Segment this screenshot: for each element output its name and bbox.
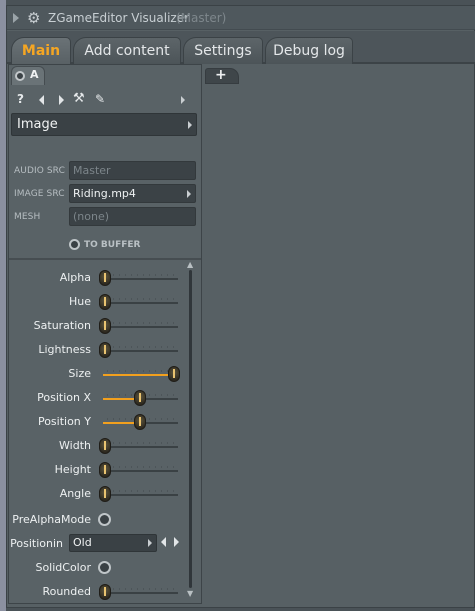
width-slider-knob[interactable] bbox=[99, 438, 111, 454]
next-icon[interactable] bbox=[59, 95, 64, 105]
scroll-down-icon[interactable]: ▼ bbox=[187, 589, 193, 598]
height-slider-track[interactable] bbox=[103, 470, 178, 472]
height-slider-ticks bbox=[107, 466, 177, 468]
layer-tab-a[interactable]: A bbox=[11, 66, 45, 85]
to-buffer-radio[interactable] bbox=[69, 239, 80, 250]
saturation-slider-track[interactable] bbox=[103, 326, 178, 328]
to-buffer-label: TO BUFFER bbox=[84, 240, 141, 250]
position-in-arrow-icon bbox=[148, 539, 152, 547]
width-slider-track[interactable] bbox=[103, 446, 178, 448]
alpha-slider-knob[interactable] bbox=[99, 270, 111, 286]
randomize-icon[interactable]: ⚒ bbox=[73, 92, 85, 106]
image-src-field[interactable]: Riding.mp4 bbox=[69, 184, 196, 203]
size-label: Size bbox=[68, 367, 91, 380]
angle-slider-ticks bbox=[107, 490, 177, 492]
rounded-slider-knob[interactable] bbox=[99, 584, 111, 600]
image-src-arrow-icon bbox=[187, 190, 191, 198]
visualizer-window: ⚙ ZGameEditor Visualizer (Master) Main A… bbox=[6, 5, 475, 608]
angle-label: Angle bbox=[59, 487, 91, 500]
paste-icon[interactable]: ✎ bbox=[95, 92, 105, 106]
pre-alpha-mode-radio[interactable] bbox=[98, 513, 111, 526]
effect-type-dropdown[interactable]: Image bbox=[11, 113, 197, 136]
width-label: Width bbox=[59, 439, 91, 452]
audio-src-field[interactable]: Master bbox=[69, 161, 196, 180]
tab-main[interactable]: Main bbox=[11, 37, 71, 64]
lightness-slider-knob[interactable] bbox=[99, 342, 111, 358]
solid-color-label: SolidColor bbox=[35, 561, 91, 574]
saturation-slider-ticks bbox=[107, 322, 177, 324]
saturation-label: Saturation bbox=[33, 319, 91, 332]
hue-slider-track[interactable] bbox=[103, 302, 178, 304]
lightness-slider-track[interactable] bbox=[103, 350, 178, 352]
position-in-value: Old bbox=[73, 536, 92, 549]
window-title: ZGameEditor Visualizer bbox=[48, 11, 190, 25]
previous-icon[interactable] bbox=[39, 95, 44, 105]
scroll-up-icon[interactable]: ▲ bbox=[187, 260, 193, 269]
height-slider-knob[interactable] bbox=[99, 462, 111, 478]
position-y-slider-fill bbox=[103, 422, 138, 424]
more-menu-icon[interactable] bbox=[181, 96, 185, 104]
position-in-next-icon[interactable] bbox=[174, 537, 179, 547]
window-subtitle: (Master) bbox=[176, 11, 227, 25]
plus-label: + bbox=[215, 67, 227, 83]
layer-tab-label: A bbox=[30, 68, 39, 81]
hue-slider-ticks bbox=[107, 298, 177, 300]
position-x-slider-fill bbox=[103, 398, 138, 400]
hue-slider-knob[interactable] bbox=[99, 294, 111, 310]
solid-color-radio[interactable] bbox=[98, 561, 111, 574]
image-src-value: Riding.mp4 bbox=[73, 187, 136, 200]
width-slider-ticks bbox=[107, 442, 177, 444]
alpha-label: Alpha bbox=[59, 271, 91, 284]
dropdown-arrow-icon bbox=[188, 121, 192, 129]
lightness-label: Lightness bbox=[38, 343, 91, 356]
height-label: Height bbox=[54, 463, 91, 476]
tab-settings[interactable]: Settings bbox=[183, 37, 263, 64]
size-slider-knob[interactable] bbox=[168, 366, 180, 382]
saturation-slider-knob[interactable] bbox=[99, 318, 111, 334]
mesh-field[interactable]: (none) bbox=[69, 207, 196, 226]
effect-panel: A ? ⚒ ✎ Image AUDIO SRC Master IMAGE SRC… bbox=[8, 64, 202, 604]
add-layer-tab[interactable]: + bbox=[205, 67, 239, 84]
layer-enable-radio[interactable] bbox=[15, 71, 25, 81]
position-y-slider-knob[interactable] bbox=[133, 414, 146, 430]
position-x-label: Position X bbox=[37, 391, 91, 404]
image-src-label: IMAGE SRC bbox=[14, 189, 65, 199]
mesh-label: MESH bbox=[14, 212, 41, 222]
position-y-label: Position Y bbox=[37, 415, 91, 428]
tab-add-content[interactable]: Add content bbox=[73, 37, 181, 64]
size-slider-fill bbox=[103, 374, 172, 376]
alpha-slider-ticks bbox=[107, 274, 177, 276]
position-in-label: Positionin bbox=[10, 537, 63, 550]
size-slider-ticks bbox=[107, 370, 177, 372]
position-in-prev-icon[interactable] bbox=[161, 537, 166, 547]
rounded-label: Rounded bbox=[42, 585, 91, 598]
pre-alpha-mode-label: PreAlphaMode bbox=[12, 513, 91, 526]
position-in-dropdown[interactable]: Old bbox=[69, 534, 157, 552]
help-icon[interactable]: ? bbox=[17, 92, 24, 106]
angle-slider-track[interactable] bbox=[103, 494, 178, 496]
title-bar[interactable]: ⚙ ZGameEditor Visualizer (Master) bbox=[7, 6, 475, 30]
hue-label: Hue bbox=[68, 295, 91, 308]
lightness-slider-ticks bbox=[107, 346, 177, 348]
scrollbar[interactable] bbox=[189, 270, 192, 588]
effect-type-value: Image bbox=[17, 117, 58, 132]
tab-debug-log[interactable]: Debug log bbox=[265, 37, 353, 64]
rounded-slider-track[interactable] bbox=[103, 592, 178, 594]
window-menu-arrow-icon[interactable] bbox=[13, 13, 19, 23]
rounded-slider-ticks bbox=[107, 588, 177, 590]
audio-src-label: AUDIO SRC bbox=[14, 166, 65, 176]
position-x-slider-knob[interactable] bbox=[133, 390, 146, 406]
alpha-slider-track[interactable] bbox=[103, 278, 178, 280]
angle-slider-knob[interactable] bbox=[99, 486, 111, 502]
section-divider bbox=[9, 258, 201, 260]
gear-icon: ⚙ bbox=[27, 9, 41, 27]
tab-bar: Main Add content Settings Debug log bbox=[7, 31, 475, 64]
